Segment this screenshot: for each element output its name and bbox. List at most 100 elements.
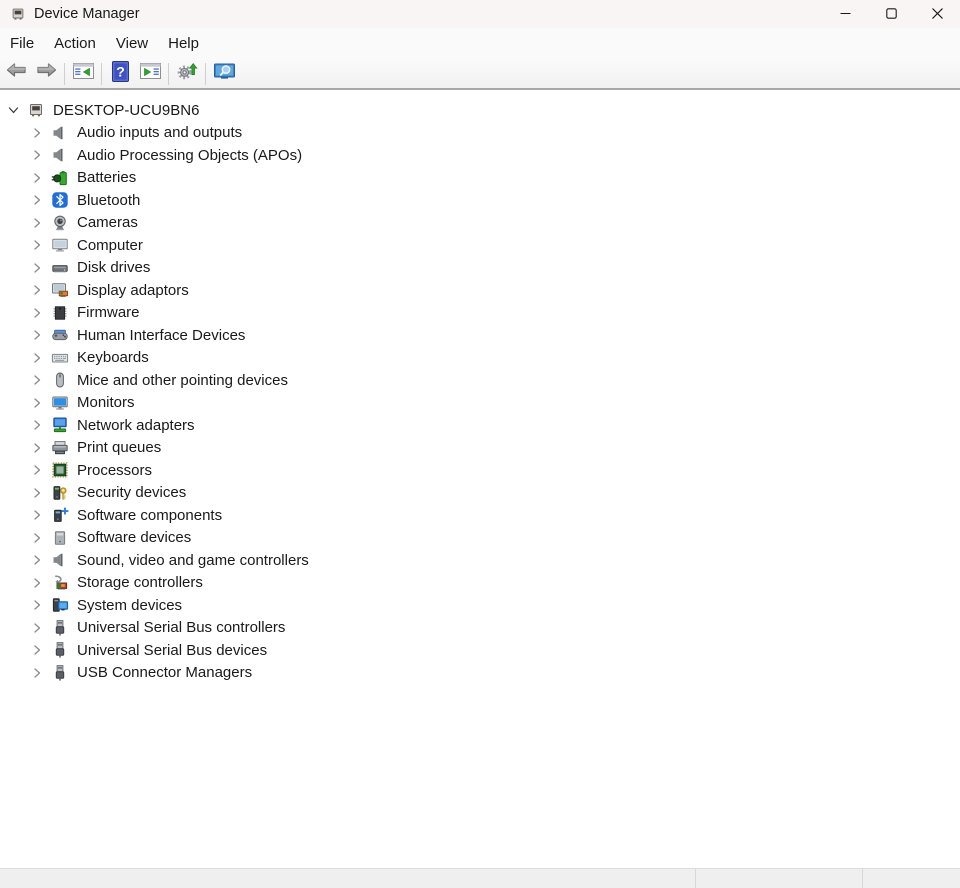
computer-icon xyxy=(51,236,69,254)
scan-for-hardware-changes-button[interactable] xyxy=(172,60,202,87)
tree-item-audio-inputs-and-outputs[interactable]: Audio inputs and outputs xyxy=(0,122,960,145)
software-component-icon xyxy=(51,506,69,524)
tree-item-label: Universal Serial Bus controllers xyxy=(77,619,285,636)
tree-item-usb-connector-managers[interactable]: USB Connector Managers xyxy=(0,662,960,685)
help-icon: ? xyxy=(109,60,132,88)
show-console-tree-button[interactable] xyxy=(68,60,98,87)
chevron-right-icon[interactable] xyxy=(29,215,45,231)
chevron-right-icon[interactable] xyxy=(29,125,45,141)
tree-item-security-devices[interactable]: Security devices xyxy=(0,482,960,505)
software-device-icon xyxy=(51,529,69,547)
monitor-icon xyxy=(51,394,69,412)
tree-item-keyboards[interactable]: Keyboards xyxy=(0,347,960,370)
tree-item-display-adaptors[interactable]: Display adaptors xyxy=(0,279,960,302)
bluetooth-icon xyxy=(51,191,69,209)
tree-item-cameras[interactable]: Cameras xyxy=(0,212,960,235)
chevron-down-icon[interactable] xyxy=(5,102,21,118)
tree-item-label: USB Connector Managers xyxy=(77,664,252,681)
chevron-right-icon[interactable] xyxy=(29,642,45,658)
chevron-right-icon[interactable] xyxy=(29,147,45,163)
tree-item-universal-serial-bus-controllers[interactable]: Universal Serial Bus controllers xyxy=(0,617,960,640)
chevron-right-icon[interactable] xyxy=(29,305,45,321)
close-button[interactable] xyxy=(914,0,960,28)
menu-item-file[interactable]: File xyxy=(0,31,44,56)
chevron-right-icon[interactable] xyxy=(29,485,45,501)
tree-item-system-devices[interactable]: System devices xyxy=(0,594,960,617)
chevron-right-icon[interactable] xyxy=(29,665,45,681)
keyboard-icon xyxy=(51,349,69,367)
tree-item-batteries[interactable]: Batteries xyxy=(0,167,960,190)
tree-item-audio-processing-objects-apos[interactable]: Audio Processing Objects (APOs) xyxy=(0,144,960,167)
chevron-right-icon[interactable] xyxy=(29,395,45,411)
tree-item-label: Human Interface Devices xyxy=(77,327,245,344)
arrow-left-icon xyxy=(5,60,28,88)
tree-item-firmware[interactable]: Firmware xyxy=(0,302,960,325)
chevron-right-icon[interactable] xyxy=(29,237,45,253)
chevron-right-icon[interactable] xyxy=(29,170,45,186)
tree-item-universal-serial-bus-devices[interactable]: Universal Serial Bus devices xyxy=(0,639,960,662)
minimize-button[interactable] xyxy=(822,0,868,28)
tree-item-sound-video-and-game-controllers[interactable]: Sound, video and game controllers xyxy=(0,549,960,572)
chevron-right-icon[interactable] xyxy=(29,575,45,591)
tree-item-label: Audio inputs and outputs xyxy=(77,124,242,141)
tree-item-software-devices[interactable]: Software devices xyxy=(0,527,960,550)
tree-item-human-interface-devices[interactable]: Human Interface Devices xyxy=(0,324,960,347)
chevron-right-icon[interactable] xyxy=(29,327,45,343)
forward-button[interactable] xyxy=(31,60,61,87)
firmware-chip-icon xyxy=(51,304,69,322)
maximize-button[interactable] xyxy=(868,0,914,28)
toolbar-separator xyxy=(101,63,102,85)
chevron-right-icon[interactable] xyxy=(29,282,45,298)
chevron-right-icon[interactable] xyxy=(29,192,45,208)
search-devices-button[interactable] xyxy=(209,60,239,87)
chevron-right-icon[interactable] xyxy=(29,350,45,366)
scan-hardware-icon xyxy=(176,60,199,88)
chevron-right-icon[interactable] xyxy=(29,462,45,478)
tree-item-label: Storage controllers xyxy=(77,574,203,591)
close-icon xyxy=(932,7,943,22)
tree-item-storage-controllers[interactable]: Storage controllers xyxy=(0,572,960,595)
chevron-right-icon[interactable] xyxy=(29,440,45,456)
tree-item-mice-and-other-pointing-devices[interactable]: Mice and other pointing devices xyxy=(0,369,960,392)
minimize-icon xyxy=(840,7,851,22)
tree-item-computer[interactable]: Computer xyxy=(0,234,960,257)
window-title: Device Manager xyxy=(34,6,140,22)
back-button[interactable] xyxy=(1,60,31,87)
svg-text:?: ? xyxy=(116,63,125,79)
tree-root-computer[interactable]: DESKTOP-UCU9BN6 xyxy=(0,99,960,122)
tree-item-network-adapters[interactable]: Network adapters xyxy=(0,414,960,437)
chevron-right-icon[interactable] xyxy=(29,260,45,276)
speaker-icon xyxy=(51,124,69,142)
tree-item-disk-drives[interactable]: Disk drives xyxy=(0,257,960,280)
chevron-right-icon[interactable] xyxy=(29,372,45,388)
tree-item-label: Firmware xyxy=(77,304,140,321)
action-pane-icon xyxy=(139,60,162,88)
help-button[interactable]: ? xyxy=(105,60,135,87)
tree-item-bluetooth[interactable]: Bluetooth xyxy=(0,189,960,212)
tree-item-label: Universal Serial Bus devices xyxy=(77,642,267,659)
title-bar: Device Manager xyxy=(0,0,960,28)
status-section-1 xyxy=(0,869,695,888)
tree-item-monitors[interactable]: Monitors xyxy=(0,392,960,415)
tree-item-label: Disk drives xyxy=(77,259,150,276)
tree-item-software-components[interactable]: Software components xyxy=(0,504,960,527)
chevron-right-icon[interactable] xyxy=(29,417,45,433)
chevron-right-icon[interactable] xyxy=(29,552,45,568)
menu-item-help[interactable]: Help xyxy=(158,31,209,56)
chevron-right-icon[interactable] xyxy=(29,507,45,523)
chevron-right-icon[interactable] xyxy=(29,620,45,636)
tree-item-label: Software devices xyxy=(77,529,191,546)
tree-item-processors[interactable]: Processors xyxy=(0,459,960,482)
toolbar: ? xyxy=(0,59,960,90)
menu-item-view[interactable]: View xyxy=(106,31,158,56)
status-section-2 xyxy=(695,869,862,888)
menu-item-action[interactable]: Action xyxy=(44,31,106,56)
maximize-icon xyxy=(886,7,897,22)
device-tree-panel: DESKTOP-UCU9BN6 Audio inputs and outputs A… xyxy=(0,90,960,868)
battery-icon xyxy=(51,169,69,187)
chevron-right-icon[interactable] xyxy=(29,530,45,546)
tree-item-print-queues[interactable]: Print queues xyxy=(0,437,960,460)
show-action-pane-button[interactable] xyxy=(135,60,165,87)
toolbar-separator xyxy=(168,63,169,85)
chevron-right-icon[interactable] xyxy=(29,597,45,613)
